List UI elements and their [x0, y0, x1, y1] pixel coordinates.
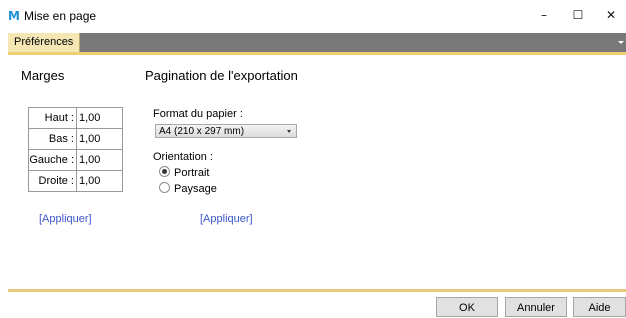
- maximize-button[interactable]: ☐: [561, 2, 595, 28]
- ok-button[interactable]: OK: [436, 297, 498, 317]
- minimize-button[interactable]: –: [527, 2, 561, 28]
- margins-apply-link[interactable]: [Appliquer]: [39, 213, 92, 225]
- orientation-portrait-label: Portrait: [174, 167, 210, 179]
- margin-row-top: Haut : 1,00: [28, 107, 123, 129]
- margin-row-right: Droite : 1,00: [28, 170, 123, 192]
- window-left-edge: [0, 30, 8, 318]
- margin-left-input[interactable]: 1,00: [76, 149, 123, 171]
- radio-selected-icon[interactable]: [159, 166, 170, 177]
- margin-left-label: Gauche :: [28, 149, 77, 171]
- radio-unselected-icon[interactable]: [159, 182, 170, 193]
- margin-bottom-input[interactable]: 1,00: [76, 128, 123, 150]
- margins-table: Haut : 1,00 Bas : 1,00 Gauche : 1,00 Dro…: [28, 107, 123, 192]
- paper-format-select[interactable]: A4 (210 x 297 mm): [155, 124, 297, 138]
- margin-top-input[interactable]: 1,00: [76, 107, 123, 129]
- orientation-label: Orientation :: [153, 151, 213, 163]
- paper-format-value: A4 (210 x 297 mm): [159, 126, 245, 137]
- chevron-down-icon: [287, 130, 291, 133]
- close-button[interactable]: ✕: [594, 2, 626, 28]
- orientation-landscape-option[interactable]: Paysage: [159, 182, 217, 196]
- window-title: Mise en page: [24, 9, 97, 23]
- app-logo-icon: M: [8, 9, 20, 23]
- margins-heading: Marges: [21, 68, 65, 83]
- pagination-apply-link[interactable]: [Appliquer]: [200, 213, 253, 225]
- orientation-portrait-option[interactable]: Portrait: [159, 166, 209, 180]
- tab-overflow-arrow-icon[interactable]: [618, 41, 624, 44]
- tab-preferences[interactable]: Préférences: [8, 33, 81, 52]
- paper-format-label: Format du papier :: [153, 108, 243, 120]
- help-button[interactable]: Aide: [573, 297, 626, 317]
- title-bar: M Mise en page – ☐ ✕: [0, 0, 626, 30]
- margin-right-input[interactable]: 1,00: [76, 170, 123, 192]
- margin-right-label: Droite :: [28, 170, 77, 192]
- margin-row-left: Gauche : 1,00: [28, 149, 123, 171]
- margin-row-bottom: Bas : 1,00: [28, 128, 123, 150]
- pagination-heading: Pagination de l'exportation: [145, 68, 298, 83]
- margin-bottom-label: Bas :: [28, 128, 77, 150]
- cancel-button[interactable]: Annuler: [505, 297, 567, 317]
- orientation-landscape-label: Paysage: [174, 183, 217, 195]
- tab-bar: Préférences: [8, 33, 626, 52]
- margin-top-label: Haut :: [28, 107, 77, 129]
